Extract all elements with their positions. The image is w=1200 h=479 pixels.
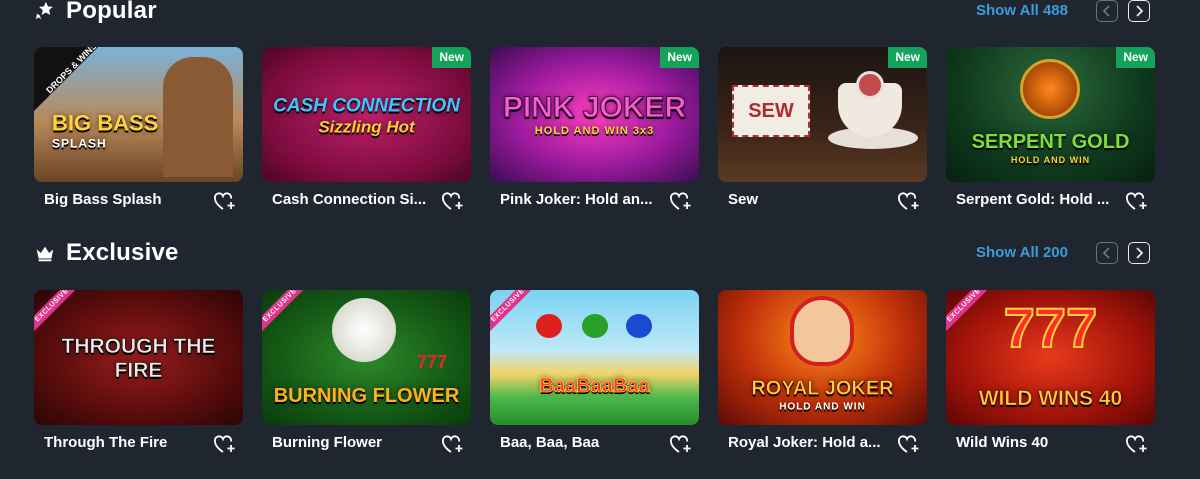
game-thumbnail[interactable]: PINK JOKER HOLD AND WIN 3x3 New — [490, 47, 699, 182]
art-title: CASH CONNECTION — [273, 95, 460, 117]
art-title: ROYAL JOKER — [751, 377, 894, 400]
section-title: Exclusive — [66, 239, 179, 266]
game-thumbnail[interactable]: BaaBaaBaa EXCLUSIVE — [490, 290, 699, 425]
game-name[interactable]: Baa, Baa, Baa — [500, 434, 660, 451]
favorite-add-icon[interactable] — [895, 431, 921, 457]
art-title: THROUGH THE FIRE — [61, 334, 216, 382]
game-card[interactable]: 777 WILD WINS 40 EXCLUSIVE Wild Wins 40 — [946, 290, 1155, 453]
section-title: Popular — [66, 0, 157, 24]
sheep-blue — [626, 314, 652, 338]
exclusive-ribbon: EXCLUSIVE — [34, 290, 85, 338]
serpent-medallion — [1020, 59, 1080, 119]
game-card[interactable]: THROUGH THE FIRE EXCLUSIVE Through The F… — [34, 290, 243, 453]
art-title: BURNING FLOWER — [273, 385, 460, 408]
chevron-right-icon — [1136, 247, 1144, 259]
art-title: SEW — [748, 99, 794, 122]
art-title: BIG BASS — [52, 110, 159, 136]
next-button[interactable] — [1128, 0, 1150, 22]
art-subtitle: HOLD AND WIN 3x3 — [534, 124, 655, 137]
art-subtitle: Sizzling Hot — [318, 118, 415, 138]
exclusive-ribbon: EXCLUSIVE — [262, 290, 313, 338]
crown-icon — [36, 246, 54, 262]
art-title: SERPENT GOLD — [971, 130, 1130, 153]
prev-button[interactable] — [1096, 0, 1118, 22]
sevens-text: 777 — [1003, 296, 1098, 359]
game-name[interactable]: Sew — [728, 191, 888, 208]
eyeball — [856, 71, 884, 99]
exclusive-ribbon: EXCLUSIVE — [490, 290, 541, 338]
sew-sign: SEW — [732, 85, 810, 137]
chevron-right-icon — [1136, 5, 1144, 17]
art-title: PINK JOKER — [502, 90, 687, 124]
show-all-link[interactable]: Show All 488 — [976, 2, 1068, 19]
favorite-add-icon[interactable] — [439, 431, 465, 457]
game-name[interactable]: Serpent Gold: Hold ... — [956, 191, 1116, 208]
game-name[interactable]: Through The Fire — [44, 434, 204, 451]
chevron-left-icon — [1102, 5, 1110, 17]
game-thumbnail[interactable]: CASH CONNECTION Sizzling Hot New — [262, 47, 471, 182]
favorite-add-icon[interactable] — [1123, 431, 1149, 457]
favorite-add-icon[interactable] — [211, 431, 237, 457]
star-badge-icon — [35, 1, 53, 20]
game-card[interactable]: ROYAL JOKER HOLD AND WIN Royal Joker: Ho… — [718, 290, 927, 453]
game-card[interactable]: DROPS & WINS BIG BASS SPLASH Big Bass Sp… — [34, 47, 243, 210]
art-subtitle: SPLASH — [52, 136, 107, 151]
game-thumbnail[interactable]: SERPENT GOLD HOLD AND WIN New — [946, 47, 1155, 182]
show-all-link[interactable]: Show All 200 — [976, 244, 1068, 261]
favorite-add-icon[interactable] — [895, 188, 921, 214]
favorite-add-icon[interactable] — [211, 188, 237, 214]
game-thumbnail[interactable]: THROUGH THE FIRE EXCLUSIVE — [34, 290, 243, 425]
art-title: WILD WINS 40 — [978, 386, 1123, 410]
game-thumbnail[interactable]: DROPS & WINS BIG BASS SPLASH — [34, 47, 243, 182]
sheep-green — [582, 314, 608, 338]
section-header: Popular — [34, 0, 157, 26]
jester-face — [790, 296, 854, 366]
game-thumbnail[interactable]: 777 WILD WINS 40 EXCLUSIVE — [946, 290, 1155, 425]
new-badge: New — [660, 47, 699, 68]
next-button[interactable] — [1128, 242, 1150, 264]
art-title: BaaBaaBaa — [539, 374, 650, 397]
favorite-add-icon[interactable] — [667, 188, 693, 214]
favorite-add-icon[interactable] — [439, 188, 465, 214]
game-name[interactable]: Pink Joker: Hold an... — [500, 191, 660, 208]
game-thumbnail[interactable]: BURNING FLOWER 777 EXCLUSIVE — [262, 290, 471, 425]
game-thumbnail[interactable]: ROYAL JOKER HOLD AND WIN — [718, 290, 927, 425]
new-badge: New — [1116, 47, 1155, 68]
flower — [332, 298, 396, 362]
game-card[interactable]: SERPENT GOLD HOLD AND WIN New Serpent Go… — [946, 47, 1155, 210]
prev-button[interactable] — [1096, 242, 1118, 264]
favorite-add-icon[interactable] — [1123, 188, 1149, 214]
art-subtitle: HOLD AND WIN — [779, 401, 866, 413]
new-badge: New — [888, 47, 927, 68]
sheep-red — [536, 314, 562, 338]
game-name[interactable]: Big Bass Splash — [44, 191, 204, 208]
game-name[interactable]: Burning Flower — [272, 434, 432, 451]
game-name[interactable]: Wild Wins 40 — [956, 434, 1116, 451]
chevron-left-icon — [1102, 247, 1110, 259]
favorite-add-icon[interactable] — [667, 431, 693, 457]
sevens-text: 777 — [416, 352, 447, 372]
game-card[interactable]: BURNING FLOWER 777 EXCLUSIVE Burning Flo… — [262, 290, 471, 453]
game-card[interactable]: BaaBaaBaa EXCLUSIVE Baa, Baa, Baa — [490, 290, 699, 453]
game-name[interactable]: Cash Connection Si... — [272, 191, 432, 208]
game-card[interactable]: PINK JOKER HOLD AND WIN 3x3 New Pink Jok… — [490, 47, 699, 210]
game-card[interactable]: CASH CONNECTION Sizzling Hot New Cash Co… — [262, 47, 471, 210]
game-thumbnail[interactable]: SEW New — [718, 47, 927, 182]
section-header: Exclusive — [34, 238, 179, 268]
game-card[interactable]: SEW New Sew — [718, 47, 927, 210]
game-name[interactable]: Royal Joker: Hold a... — [728, 434, 888, 451]
art-subtitle: HOLD AND WIN — [1010, 154, 1091, 165]
new-badge: New — [432, 47, 471, 68]
